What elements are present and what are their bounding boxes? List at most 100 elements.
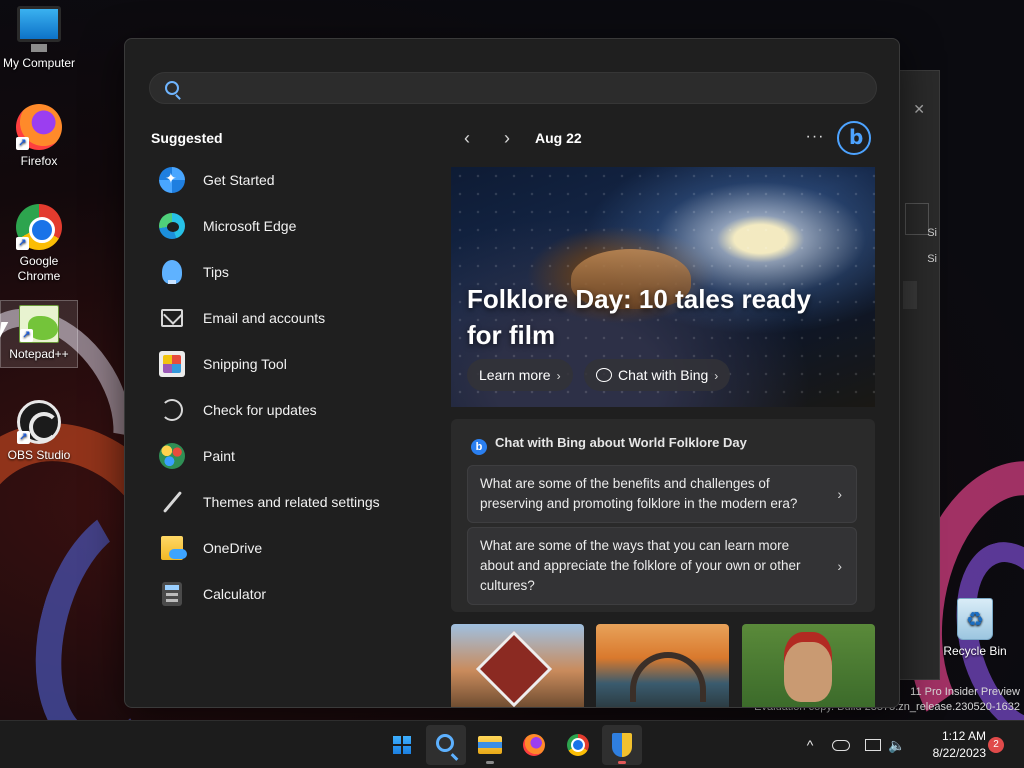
suggested-item-label: Themes and related settings [203,494,380,510]
bing-question-text: What are some of the ways that you can l… [480,538,801,593]
suggested-item-themes[interactable]: Themes and related settings [151,479,421,525]
suggested-item-label: Paint [203,448,235,464]
hero-title: Folklore Day: 10 tales ready for film [467,284,811,350]
chevron-right-icon[interactable]: › [493,123,521,153]
suggested-item-label: OneDrive [203,540,263,556]
learn-more-button[interactable]: Learn more › [467,359,573,391]
thumbnail-card[interactable] [742,624,875,707]
chevron-right-icon: › [837,486,842,502]
shortcut-arrow-icon: ↗ [16,137,29,150]
desktop-icon-recycle-bin[interactable]: Recycle Bin [936,598,1014,658]
suggested-item-label: Microsoft Edge [203,218,297,234]
running-indicator [618,761,626,764]
chevron-right-icon: › [837,558,842,574]
background-window-control [905,203,929,235]
firefox-icon [523,734,545,756]
shield-icon [612,733,632,757]
suggested-item-check-for-updates[interactable]: Check for updates [151,387,421,433]
desktop-icon-my-computer[interactable]: My Computer [0,6,78,76]
suggested-item-label: Snipping Tool [203,356,287,372]
chevron-left-icon[interactable]: ‹ [453,123,481,153]
edge-icon [159,213,185,239]
clock-date: 8/22/2023 [932,746,986,760]
suggested-heading: Suggested [151,130,223,146]
desktop-icon-obs-studio[interactable]: ↗ OBS Studio [0,400,78,462]
snipping-tool-icon [159,351,185,377]
suggested-item-paint[interactable]: Paint [151,433,421,479]
desktop-icon-label: Notepad++ [9,347,69,361]
desktop-icon-label: OBS Studio [7,448,71,462]
taskbar-chrome[interactable] [558,725,598,765]
os-watermark-line1: 11 Pro Insider Preview [910,686,1020,698]
recycle-bin-icon [957,598,993,640]
chevron-right-icon: › [556,369,561,383]
system-clock[interactable]: 1:12 AM 8/22/2023 [912,728,986,762]
thumbnail-card[interactable] [596,624,729,707]
taskbar-start-button[interactable] [382,725,422,765]
firefox-icon: ↗ [16,104,62,150]
search-panel: Suggested Get Started Microsoft Edge Tip… [124,38,900,708]
suggested-item-label: Email and accounts [203,310,326,326]
suggested-item-label: Calculator [203,586,267,602]
paint-icon [159,443,185,469]
close-icon[interactable]: ✕ [913,101,925,118]
suggested-item-microsoft-edge[interactable]: Microsoft Edge [151,203,421,249]
folder-icon [478,736,502,754]
clock-time: 1:12 AM [941,729,986,743]
suggested-item-calculator[interactable]: Calculator [151,571,421,617]
notification-badge[interactable]: 2 [988,737,1004,753]
taskbar-search-button[interactable] [426,725,466,765]
suggested-item-snipping-tool[interactable]: Snipping Tool [151,341,421,387]
bing-question-2[interactable]: What are some of the ways that you can l… [467,527,857,605]
background-window-control [903,281,917,309]
suggested-list: Get Started Microsoft Edge Tips Email an… [151,157,421,617]
computer-icon-stand [31,44,47,52]
chevron-right-icon: › [714,369,719,383]
more-options-icon[interactable]: ··· [801,123,829,153]
suggested-item-onedrive[interactable]: OneDrive [151,525,421,571]
background-window-text: Si [927,227,937,239]
chevron-up-icon[interactable]: ^ [800,721,820,768]
taskbar: ^ 🔈 1:12 AM 8/22/2023 2 [0,720,1024,768]
bing-question-1[interactable]: What are some of the benefits and challe… [467,465,857,523]
desktop-icon-notepad-plus-plus[interactable]: ↗ Notepad++ [0,300,78,368]
notepad-plus-plus-icon: ↗ [19,305,59,343]
search-box[interactable] [149,72,877,104]
obs-studio-icon: ↗ [17,400,61,444]
desktop-icon-firefox[interactable]: ↗ Firefox [0,104,78,168]
suggested-item-get-started[interactable]: Get Started [151,157,421,203]
onedrive-icon [161,536,187,560]
taskbar-firefox[interactable] [514,725,554,765]
search-input[interactable] [194,73,854,103]
bing-icon: b [471,439,487,455]
running-indicator [486,761,494,764]
shortcut-arrow-icon: ↗ [16,237,29,250]
desktop-icon-label: Recycle Bin [943,644,1007,658]
mail-icon [161,309,183,327]
volume-icon[interactable]: 🔈 [886,721,908,768]
bing-question-text: What are some of the benefits and challe… [480,476,798,511]
search-icon [436,734,454,752]
tips-icon [162,260,182,284]
desktop-icon-label: Google Chrome [17,254,61,283]
chat-bubble-icon [596,368,612,382]
suggested-item-email-and-accounts[interactable]: Email and accounts [151,295,421,341]
refresh-icon [161,399,183,421]
bing-chat-heading: b Chat with Bing about World Folklore Day [471,435,747,455]
taskbar-file-explorer[interactable] [470,725,510,765]
thumbnail-card[interactable] [451,624,584,707]
chrome-icon: ↗ [16,204,62,250]
desktop-icon-label: Firefox [20,154,58,168]
chat-with-bing-button[interactable]: Chat with Bing › [584,359,731,391]
calculator-icon [162,582,182,606]
suggested-item-tips[interactable]: Tips [151,249,421,295]
search-icon [165,81,179,95]
network-icon[interactable] [862,721,884,768]
background-window-text: Si [927,253,937,265]
bing-icon[interactable]: b [837,121,871,155]
shortcut-arrow-icon: ↗ [17,431,30,444]
hero-card[interactable]: Folklore Day: 10 tales ready for film Le… [451,167,875,407]
taskbar-security[interactable] [602,725,642,765]
desktop-icon-chrome[interactable]: ↗ Google Chrome [0,204,78,284]
onedrive-tray-icon[interactable] [830,721,852,768]
